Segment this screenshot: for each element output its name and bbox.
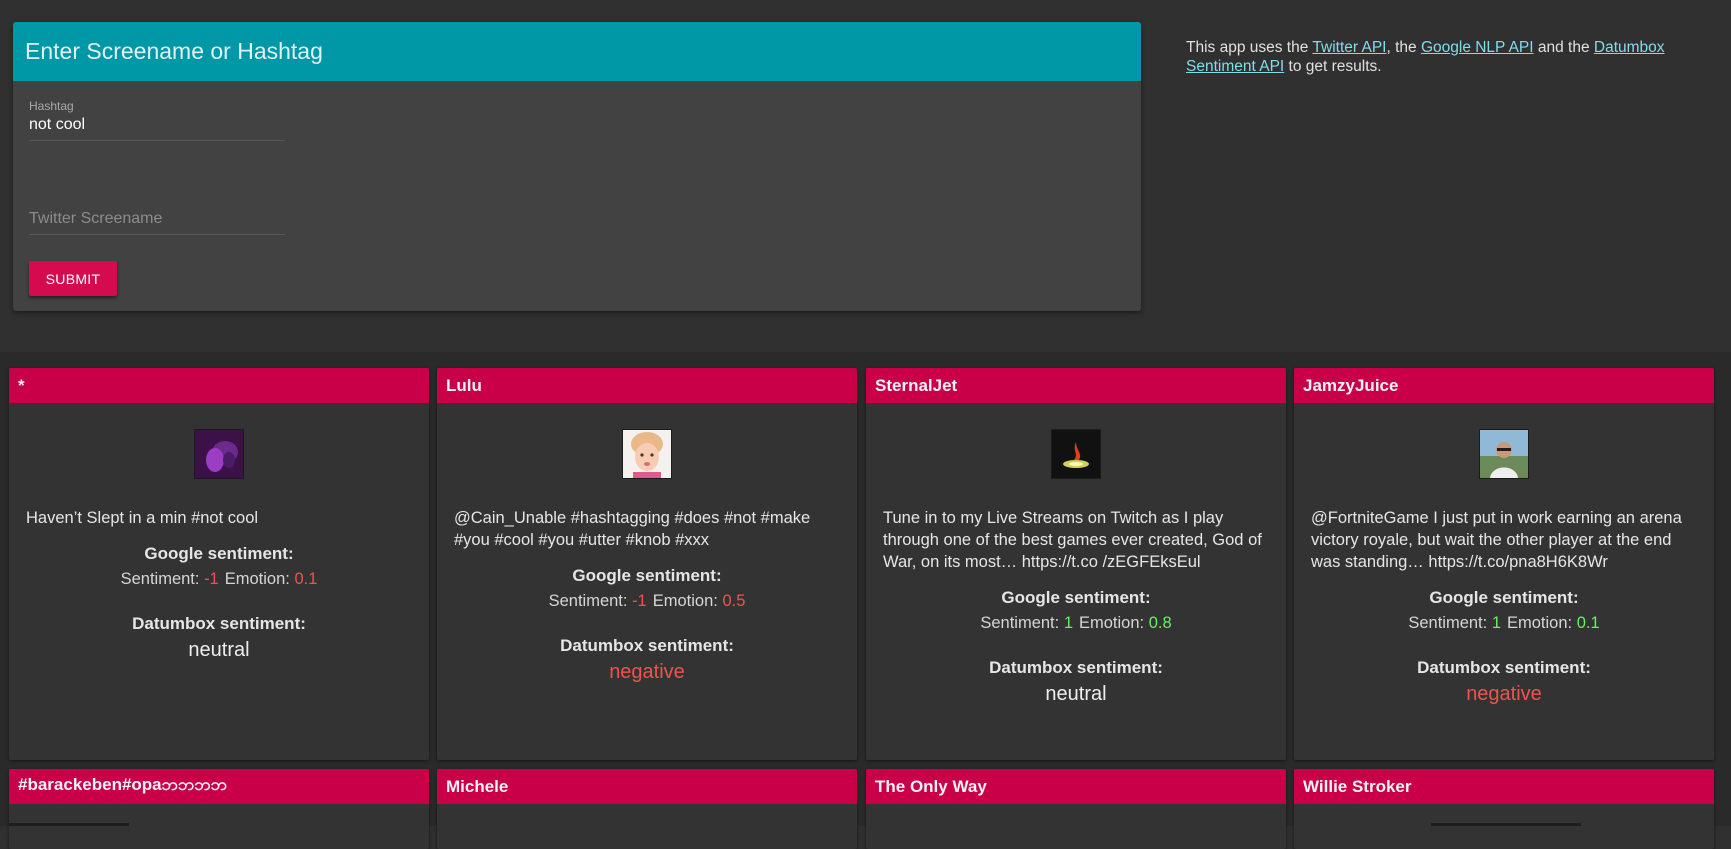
card-username: * bbox=[9, 368, 429, 403]
sentiment-value: -1 bbox=[632, 592, 647, 610]
emotion-value: 0.1 bbox=[1576, 614, 1600, 632]
user-avatar bbox=[622, 429, 672, 479]
google-sentiment-title: Google sentiment: bbox=[572, 566, 722, 585]
emotion-value: 0.1 bbox=[294, 570, 318, 588]
datumbox-sentiment-title: Datumbox sentiment: bbox=[989, 658, 1163, 677]
emotion-value: 0.8 bbox=[1148, 614, 1172, 632]
google-sentiment-title: Google sentiment: bbox=[144, 544, 294, 563]
sentiment-label: Sentiment: bbox=[980, 614, 1060, 632]
google-nlp-api-link[interactable]: Google NLP API bbox=[1421, 39, 1534, 56]
search-form-card: Enter Screename or Hashtag Hashtag SUBMI… bbox=[13, 22, 1141, 311]
user-avatar bbox=[1479, 429, 1529, 479]
tweet-text: @FortniteGame I just put in work earning… bbox=[1311, 509, 1682, 571]
info-suffix: to get results. bbox=[1284, 58, 1382, 75]
datumbox-value: neutral bbox=[1045, 683, 1107, 705]
datumbox-value: neutral bbox=[188, 639, 250, 661]
twitter-api-link[interactable]: Twitter API bbox=[1312, 39, 1386, 56]
results-grid: * Haven’t Slept in a min #not cool Googl… bbox=[0, 352, 1731, 849]
screenname-field bbox=[29, 207, 285, 235]
submit-button[interactable]: SUBMIT bbox=[29, 261, 117, 296]
google-sentiment-title: Google sentiment: bbox=[1001, 588, 1151, 607]
card-username: The Only Way bbox=[866, 769, 1286, 804]
info-text: This app uses the Twitter API, the Googl… bbox=[1186, 38, 1686, 76]
emotion-label: Emotion: bbox=[224, 570, 290, 588]
user-avatar bbox=[194, 429, 244, 479]
tweet-text: Haven’t Slept in a min #not cool bbox=[26, 509, 259, 527]
card-username: Lulu bbox=[437, 368, 857, 403]
hashtag-label: Hashtag bbox=[29, 99, 74, 113]
tweet-text: Tune in to my Live Streams on Twitch as … bbox=[883, 509, 1262, 571]
tweet-card: Michele bbox=[437, 769, 857, 849]
sentiment-value: 1 bbox=[1491, 614, 1501, 632]
tweet-card: Lulu @Cain_Unable #hashtagging #does #no… bbox=[437, 368, 857, 760]
emotion-label: Emotion: bbox=[652, 592, 718, 610]
top-area: Enter Screename or Hashtag Hashtag SUBMI… bbox=[0, 0, 1731, 352]
sentiment-label: Sentiment: bbox=[120, 570, 200, 588]
hashtag-field: Hashtag bbox=[29, 99, 285, 141]
sentiment-value: -1 bbox=[204, 570, 219, 588]
tweet-card: Willie Stroker bbox=[1294, 769, 1714, 849]
sentiment-value: 1 bbox=[1063, 614, 1073, 632]
card-username: Willie Stroker bbox=[1294, 769, 1714, 804]
card-username: #barackeben#opaဘဘဘဘ bbox=[9, 769, 429, 804]
info-sep-1: , the bbox=[1386, 39, 1421, 56]
card-username: Michele bbox=[437, 769, 857, 804]
tweet-card: SternalJet Tune in to my Live Streams on… bbox=[866, 368, 1286, 760]
google-scores: Sentiment: 1 Emotion: 0.1 bbox=[1294, 614, 1714, 633]
form-header: Enter Screename or Hashtag bbox=[13, 22, 1141, 81]
datumbox-value: negative bbox=[1466, 683, 1542, 705]
sentiment-label: Sentiment: bbox=[548, 592, 628, 610]
google-sentiment-title: Google sentiment: bbox=[1429, 588, 1579, 607]
datumbox-sentiment-title: Datumbox sentiment: bbox=[560, 636, 734, 655]
card-username: SternalJet bbox=[866, 368, 1286, 403]
tweet-text: @Cain_Unable #hashtagging #does #not #ma… bbox=[454, 509, 811, 549]
tweet-card: * Haven’t Slept in a min #not cool Googl… bbox=[9, 368, 429, 760]
info-sep-2: and the bbox=[1533, 39, 1594, 56]
google-scores: Sentiment: -1 Emotion: 0.1 bbox=[9, 570, 429, 589]
sentiment-label: Sentiment: bbox=[1408, 614, 1488, 632]
datumbox-sentiment-title: Datumbox sentiment: bbox=[132, 614, 306, 633]
tweet-card: #barackeben#opaဘဘဘဘ bbox=[9, 769, 429, 849]
datumbox-value: negative bbox=[609, 661, 685, 683]
info-prefix: This app uses the bbox=[1186, 39, 1313, 56]
hashtag-input[interactable] bbox=[29, 113, 285, 141]
emotion-label: Emotion: bbox=[1079, 614, 1145, 632]
emotion-label: Emotion: bbox=[1507, 614, 1573, 632]
card-username: JamzyJuice bbox=[1294, 368, 1714, 403]
tweet-card: JamzyJuice @FortniteGame I just put in w… bbox=[1294, 368, 1714, 760]
user-avatar bbox=[1051, 429, 1101, 479]
screenname-input[interactable] bbox=[29, 207, 285, 235]
tweet-card: The Only Way bbox=[866, 769, 1286, 849]
emotion-value: 0.5 bbox=[722, 592, 746, 610]
google-scores: Sentiment: -1 Emotion: 0.5 bbox=[437, 592, 857, 611]
datumbox-sentiment-title: Datumbox sentiment: bbox=[1417, 658, 1591, 677]
google-scores: Sentiment: 1 Emotion: 0.8 bbox=[866, 614, 1286, 633]
